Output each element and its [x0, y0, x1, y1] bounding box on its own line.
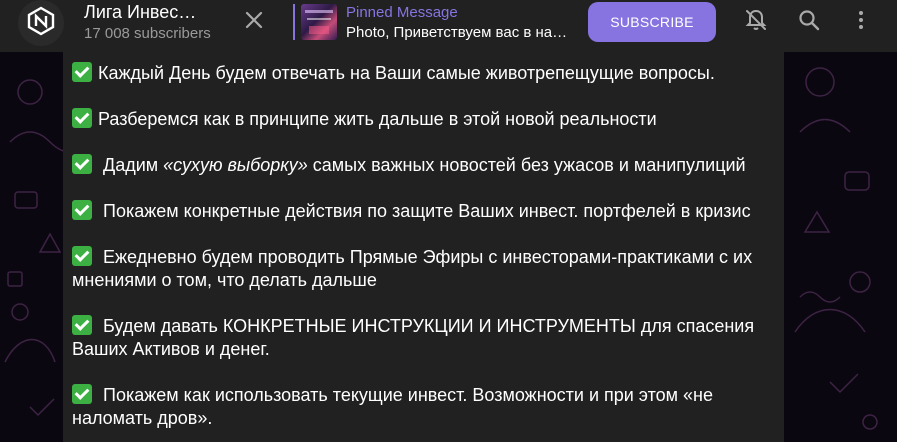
- channel-logo-icon: [26, 6, 56, 41]
- pinned-message[interactable]: Pinned Message Photo, Приветствуем вас в…: [293, 4, 575, 41]
- bell-off-icon: [744, 8, 768, 37]
- close-pinned-button[interactable]: [242, 10, 266, 34]
- close-icon: [245, 11, 263, 34]
- post-paragraph: Покажем конкретные действия по защите Ва…: [72, 200, 774, 223]
- mute-button[interactable]: [743, 9, 769, 35]
- channel-title[interactable]: Лига Инвес…: [84, 2, 204, 23]
- post-paragraph: Каждый День будем отвечать на Ваши самые…: [72, 62, 774, 85]
- check-mark-emoji-icon: [72, 384, 92, 404]
- more-vertical-icon: [849, 8, 873, 37]
- pinned-label: Pinned Message: [346, 4, 458, 21]
- search-button[interactable]: [796, 9, 822, 35]
- post-text[interactable]: Каждый День будем отвечать на Ваши самые…: [72, 62, 774, 442]
- more-options-button[interactable]: [848, 9, 874, 35]
- check-mark-emoji-icon: [72, 108, 92, 128]
- post-paragraph: Ежедневно будем проводить Прямые Эфиры с…: [72, 246, 753, 290]
- check-mark-emoji-icon: [72, 62, 92, 82]
- channel-post: Каждый День будем отвечать на Ваши самые…: [63, 52, 784, 442]
- subscriber-count: 17 008 subscribers: [84, 25, 211, 42]
- check-mark-emoji-icon: [72, 154, 92, 174]
- post-paragraph: Разберемся как в принципе жить дальше в …: [72, 108, 774, 131]
- post-paragraph: Дадим «сухую выборку» самых важных новос…: [72, 154, 774, 177]
- check-mark-emoji-icon: [72, 200, 92, 220]
- pinned-photo-thumbnail: [301, 4, 337, 40]
- italic-phrase: «сухую выборку»: [163, 155, 308, 175]
- check-mark-emoji-icon: [72, 246, 92, 266]
- subscribe-button[interactable]: SUBSCRIBE: [588, 2, 716, 42]
- chat-header: Лига Инвес… 17 008 subscribers Pinned Me…: [0, 0, 897, 52]
- search-icon: [797, 8, 821, 37]
- channel-avatar[interactable]: [18, 0, 64, 46]
- check-mark-emoji-icon: [72, 315, 92, 335]
- pinned-preview-text: Photo, Приветствуем вас в на…: [346, 24, 568, 41]
- post-paragraph: Покажем как использовать текущие инвест.…: [72, 384, 713, 428]
- post-paragraph: Будем давать КОНКРЕТНЫЕ ИНСТРУКЦИИ И ИНС…: [72, 315, 755, 359]
